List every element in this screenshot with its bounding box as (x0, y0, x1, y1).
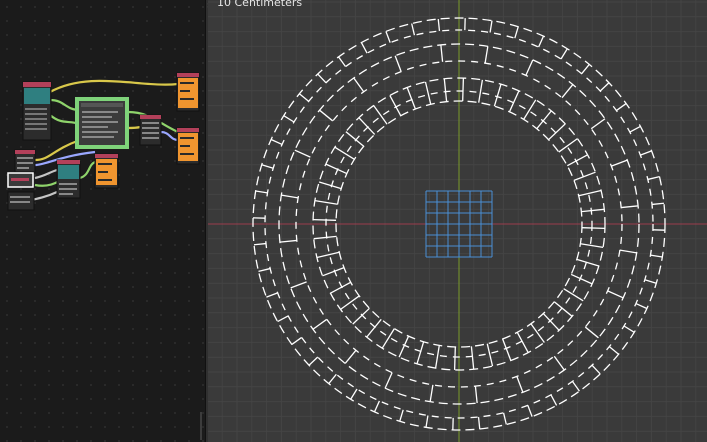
torus-edge (298, 93, 310, 102)
torus-edge (345, 131, 365, 147)
torus-edge (308, 356, 319, 366)
torus-edge (571, 381, 580, 392)
torus-edge (277, 315, 289, 323)
torus-edge (493, 83, 502, 107)
node-graph[interactable] (0, 0, 205, 442)
torus-edge (563, 288, 584, 302)
node-group-selected[interactable] (75, 97, 129, 149)
node-small-input[interactable] (14, 149, 36, 173)
node-orange-output-1[interactable] (176, 72, 200, 112)
viewport-canvas[interactable] (208, 0, 707, 442)
torus-edge (523, 99, 537, 120)
node-link (34, 138, 81, 162)
torus-edge (291, 336, 302, 345)
torus-edge (484, 46, 489, 64)
torus-edge (560, 48, 568, 60)
torus-edge (338, 56, 347, 67)
torus-edge (255, 190, 268, 194)
torus-edge (581, 227, 605, 230)
torus-edge (381, 328, 395, 349)
torus-edge (425, 415, 429, 428)
torus-edge (334, 146, 355, 160)
torus-edge (294, 149, 311, 158)
node-teal-input[interactable] (22, 81, 52, 141)
node-link (160, 130, 179, 142)
torus-edge (591, 364, 601, 375)
torus-edge (640, 150, 652, 156)
node-orange-bottom[interactable] (94, 153, 119, 189)
torus-edge (360, 42, 368, 54)
torus-edge (474, 386, 478, 404)
torus-edge (366, 318, 382, 338)
panel-scrollbar[interactable] (200, 412, 202, 440)
viewport-grid (208, 0, 707, 442)
torus-edge (621, 205, 639, 209)
torus-edge (607, 290, 624, 299)
torus-edge (440, 44, 444, 62)
torus-edge (328, 373, 337, 385)
torus-edge (650, 254, 663, 258)
torus-edge (527, 405, 533, 417)
node-orange-output-2[interactable] (176, 127, 200, 165)
node-selected-small[interactable] (7, 172, 34, 188)
torus-edge (619, 249, 637, 254)
torus-edge (576, 258, 600, 267)
torus-edge (453, 346, 456, 370)
node-link (79, 160, 96, 180)
torus-edge (651, 202, 665, 206)
torus-edge (385, 31, 391, 43)
torus-edge (416, 341, 425, 365)
torus-edge (313, 218, 337, 221)
torus-edge (281, 194, 299, 199)
torus-edge (253, 242, 267, 246)
node-editor-panel[interactable] (0, 0, 205, 442)
torus-edge (373, 400, 381, 413)
torus-edge (581, 63, 590, 75)
torus-edge (553, 301, 573, 317)
torus-edge (384, 372, 393, 389)
torus-edge (629, 125, 641, 133)
torus-edge (550, 394, 558, 406)
torus-edge (424, 81, 432, 105)
torus-edge (616, 103, 627, 112)
torus-edge (318, 181, 342, 190)
3d-viewport[interactable] (208, 0, 707, 442)
torus-edge (258, 267, 271, 272)
torus-edge (486, 343, 494, 367)
torus-edge (608, 346, 620, 355)
torus-edge (283, 115, 295, 123)
node-reroute[interactable] (7, 191, 35, 211)
torus-edge (270, 138, 283, 146)
grid-scale-label: 10 Centimeters (217, 0, 303, 9)
torus-edge (317, 73, 327, 84)
torus-edge (578, 189, 602, 197)
torus-edge (477, 416, 481, 430)
torus-edge (537, 35, 545, 48)
torus-edge (599, 82, 610, 92)
torus-edge (429, 384, 434, 402)
torus-edge (462, 78, 465, 102)
node-link (34, 168, 58, 180)
torus-edge (623, 325, 635, 333)
torus-edge (635, 302, 648, 310)
node-teal-transform[interactable] (56, 159, 81, 199)
torus-edge (316, 251, 340, 259)
torus-edge (279, 239, 297, 243)
torus-edge (489, 20, 493, 33)
torus-edge (350, 388, 358, 400)
torus-edge (502, 412, 507, 425)
torus-edge (266, 292, 278, 298)
torus-edge (411, 23, 416, 36)
torus-edge (536, 110, 552, 130)
selected-plane-mesh[interactable] (425, 190, 493, 258)
node-link (49, 79, 179, 93)
torus-edge (647, 176, 660, 181)
torus-edge (525, 59, 534, 76)
node-math[interactable] (139, 114, 162, 146)
torus-edge (437, 18, 441, 32)
